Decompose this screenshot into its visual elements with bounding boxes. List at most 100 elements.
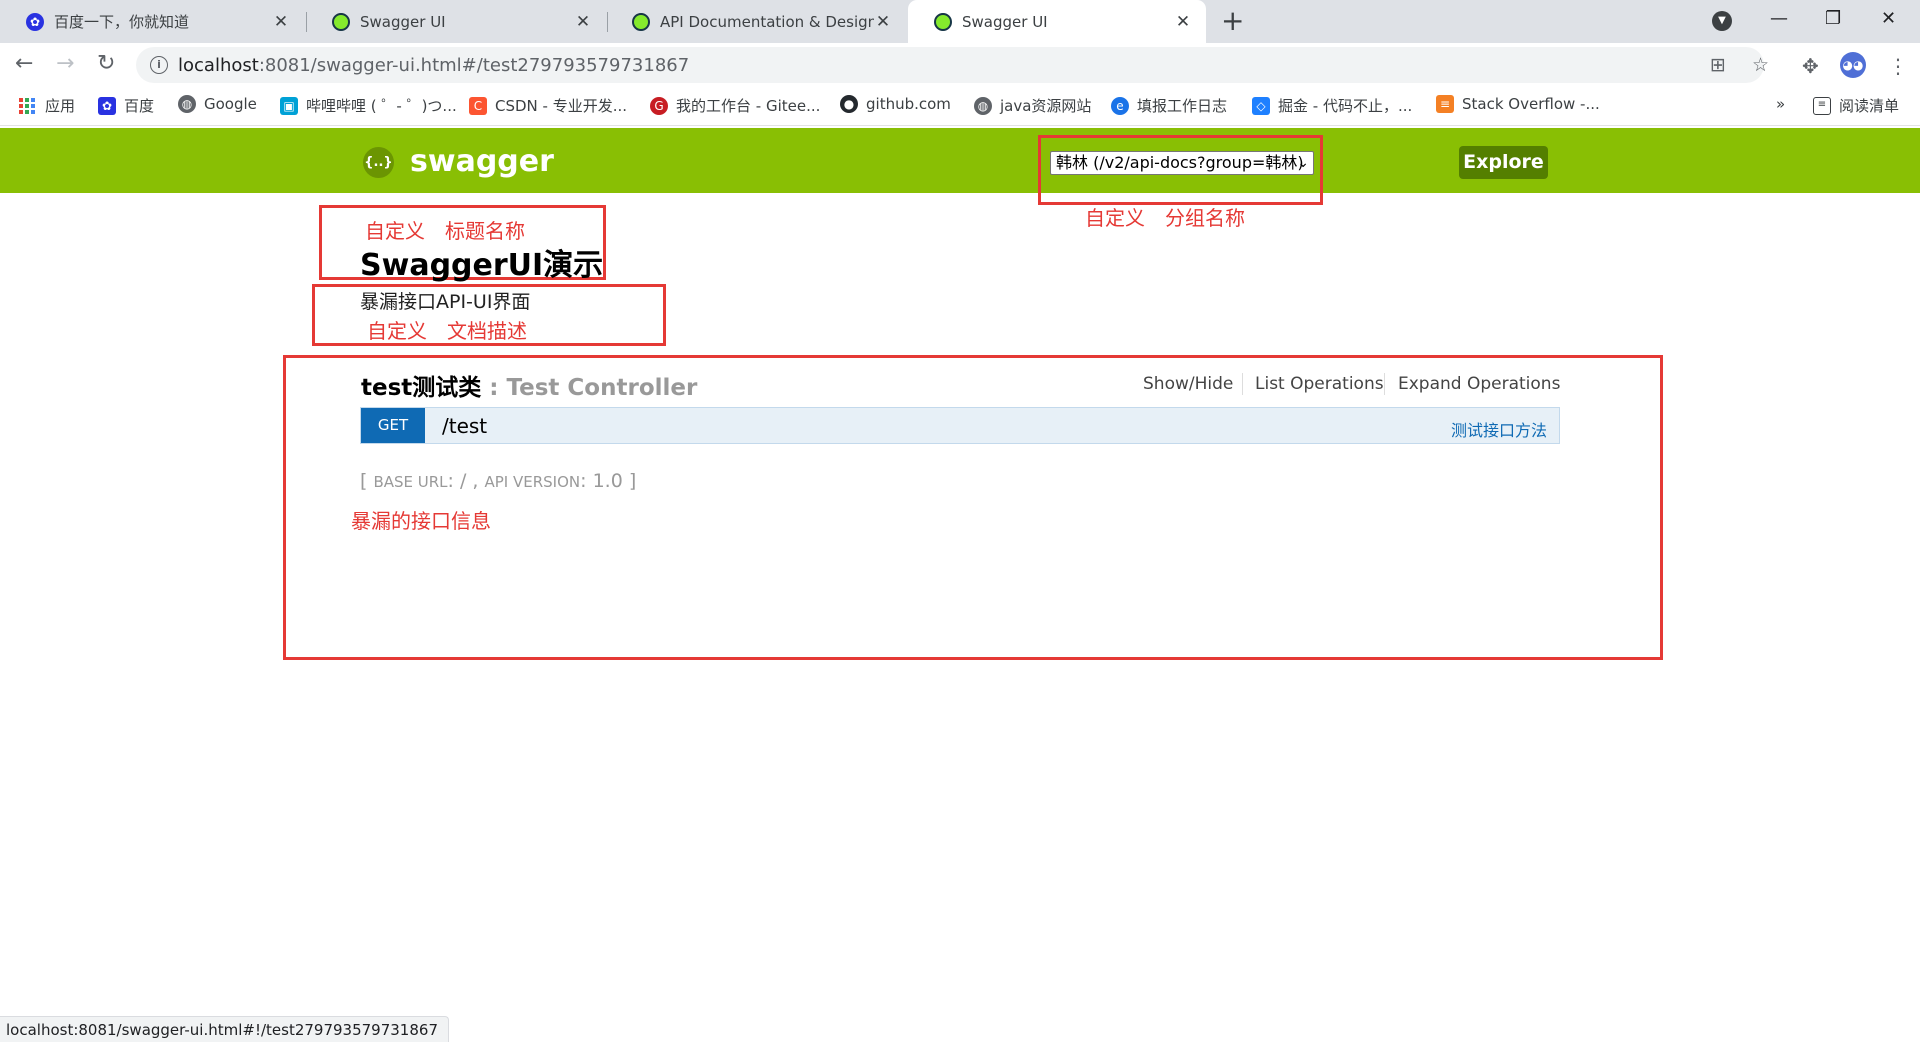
bookmark-label: github.com	[866, 95, 951, 113]
close-icon[interactable]: ✕	[874, 12, 892, 32]
globe-icon: ◍	[974, 96, 992, 115]
bracket-open: [	[360, 470, 374, 492]
list-operations-link[interactable]: List Operations	[1255, 374, 1384, 394]
address-bar[interactable]: i localhost:8081/swagger-ui.html#/test27…	[136, 47, 1769, 83]
bookmark-label: Stack Overflow -...	[1462, 95, 1600, 113]
bookmark-label: Google	[204, 95, 257, 113]
restore-icon[interactable]: ❐	[1825, 8, 1841, 29]
swagger-favicon-icon	[934, 12, 952, 31]
swagger-header: {..} swagger 韩林 (/v2/api-docs?group=韩林) …	[0, 128, 1920, 193]
bookmark-label: CSDN - 专业开发...	[495, 97, 628, 115]
tab-swagger-1[interactable]: Swagger UI ✕	[306, 0, 606, 43]
reload-icon[interactable]: ↻	[97, 52, 115, 76]
status-url-bubble: localhost:8081/swagger-ui.html#!/test279…	[0, 1016, 449, 1042]
close-icon[interactable]: ✕	[272, 12, 290, 32]
controller-name: test测试类	[361, 375, 482, 401]
tab-search-icon[interactable]: ▼	[1712, 11, 1732, 31]
globe-icon: ◍	[178, 95, 196, 113]
bookmarks-bar: 应用 ✿ 百度 ◍ Google ▣ 哔哩哔哩 ( ゜- ゜)つ... C CS…	[0, 86, 1920, 126]
bookmark-apps[interactable]: 应用	[19, 95, 75, 116]
swagger-logo-icon[interactable]: {..}	[363, 147, 394, 178]
browser-toolbar: ← → ↻ i localhost:8081/swagger-ui.html#/…	[0, 43, 1920, 86]
worklog-icon: e	[1111, 96, 1129, 115]
baidu-icon: ✿	[98, 96, 116, 115]
swagger-favicon-icon	[332, 12, 350, 31]
bookmark-google[interactable]: ◍ Google	[178, 95, 257, 113]
bookmark-juejin[interactable]: ◇ 掘金 - 代码不止，...	[1252, 95, 1412, 116]
annotation-group-note: 自定义 分组名称	[1085, 206, 1245, 230]
bilibili-icon: ▣	[280, 96, 298, 115]
http-method-badge[interactable]: GET	[361, 408, 425, 443]
tab-strip: ✿ 百度一下，你就知道 ✕ Swagger UI ✕ API Documenta…	[0, 0, 1920, 43]
controller-separator: :	[481, 375, 507, 401]
swagger-logo-text[interactable]: swagger	[410, 144, 554, 179]
url-host: localhost	[178, 55, 259, 76]
stackoverflow-icon: ≡	[1436, 95, 1454, 113]
controller-description: Test Controller	[506, 375, 698, 401]
expand-operations-link[interactable]: Expand Operations	[1398, 374, 1560, 394]
bookmark-gitee[interactable]: G 我的工作台 - Gitee...	[650, 95, 820, 116]
translate-icon[interactable]: ⊞	[1710, 54, 1726, 76]
bookmark-baidu[interactable]: ✿ 百度	[98, 95, 154, 116]
window-close-icon[interactable]: ✕	[1881, 8, 1896, 29]
baidu-favicon-icon: ✿	[26, 12, 44, 31]
bookmark-bilibili[interactable]: ▣ 哔哩哔哩 ( ゜- ゜)つ...	[280, 95, 457, 116]
annotation-api-note: 暴漏的接口信息	[351, 509, 491, 533]
minimize-icon[interactable]: —	[1770, 8, 1788, 29]
bookmark-worklog[interactable]: e 填报工作日志	[1111, 95, 1227, 116]
controller-heading[interactable]: test测试类 : Test Controller	[361, 368, 697, 402]
bookmark-label: 应用	[45, 97, 76, 115]
bookmark-java[interactable]: ◍ java资源网站	[974, 95, 1091, 116]
operation-path[interactable]: /test	[442, 414, 487, 438]
site-info-icon[interactable]: i	[150, 56, 168, 74]
show-hide-link[interactable]: Show/Hide	[1143, 374, 1233, 394]
bookmark-label: 百度	[124, 97, 155, 115]
bookmark-label: 填报工作日志	[1137, 97, 1228, 115]
tab-api-documentation[interactable]: API Documentation & Design ✕	[606, 0, 906, 43]
tab-title: 百度一下，你就知道	[54, 13, 190, 31]
juejin-icon: ◇	[1252, 96, 1270, 115]
close-icon[interactable]: ✕	[1174, 12, 1192, 32]
reading-list-icon: ≡	[1813, 96, 1831, 115]
apps-grid-icon	[19, 97, 35, 114]
base-url-label: BASE URL	[373, 473, 448, 491]
bookmark-label: java资源网站	[1000, 97, 1092, 115]
operation-summary[interactable]: 测试接口方法	[1451, 417, 1547, 441]
reading-list[interactable]: ≡ 阅读清单	[1813, 95, 1899, 116]
back-icon[interactable]: ←	[15, 52, 33, 76]
operation-get-test[interactable]: GET /test 测试接口方法	[360, 407, 1560, 444]
bookmark-label: 哔哩哔哩 ( ゜- ゜)つ...	[306, 97, 457, 115]
reading-list-label: 阅读清单	[1839, 97, 1900, 115]
gitee-icon: G	[650, 96, 668, 115]
tab-title: Swagger UI	[962, 12, 1048, 31]
tab-baidu[interactable]: ✿ 百度一下，你就知道 ✕	[0, 0, 304, 43]
tab-title: Swagger UI	[360, 12, 446, 31]
base-url-info: [ BASE URL: / , API VERSION: 1.0 ]	[360, 470, 636, 492]
close-icon[interactable]: ✕	[574, 12, 592, 32]
profile-avatar[interactable]: ◕◕	[1840, 52, 1866, 78]
bookmark-stackoverflow[interactable]: ≡ Stack Overflow -...	[1436, 95, 1600, 113]
url-path: :8081/swagger-ui.html#/test2797935797318…	[258, 55, 690, 76]
base-url-value: : / ,	[447, 470, 485, 492]
forward-icon[interactable]: →	[56, 52, 74, 76]
swagger-favicon-icon	[632, 12, 650, 31]
annotation-box-group	[1038, 135, 1323, 205]
tab-title: API Documentation & Design	[660, 12, 874, 31]
extensions-icon[interactable]: ✥	[1802, 54, 1819, 78]
explore-button[interactable]: Explore	[1459, 146, 1548, 179]
more-bookmarks-label: »	[1776, 95, 1786, 113]
api-version-label: API VERSION	[484, 473, 581, 491]
tab-swagger-active[interactable]: Swagger UI ✕	[908, 0, 1206, 43]
link-divider	[1384, 373, 1385, 395]
url-text[interactable]: localhost:8081/swagger-ui.html#/test2797…	[178, 55, 689, 76]
more-bookmarks-icon[interactable]: »	[1776, 95, 1785, 113]
page-description: 暴漏接口API-UI界面	[360, 291, 531, 313]
bookmark-star-icon[interactable]: ☆	[1752, 54, 1769, 76]
link-divider	[1242, 373, 1243, 395]
annotation-desc-note: 自定义 文档描述	[367, 319, 527, 343]
bookmark-github[interactable]: ● github.com	[840, 95, 951, 113]
new-tab-icon[interactable]: +	[1221, 7, 1244, 35]
menu-kebab-icon[interactable]: ⋮	[1888, 54, 1908, 78]
csdn-icon: C	[469, 96, 487, 115]
bookmark-csdn[interactable]: C CSDN - 专业开发...	[469, 95, 627, 116]
